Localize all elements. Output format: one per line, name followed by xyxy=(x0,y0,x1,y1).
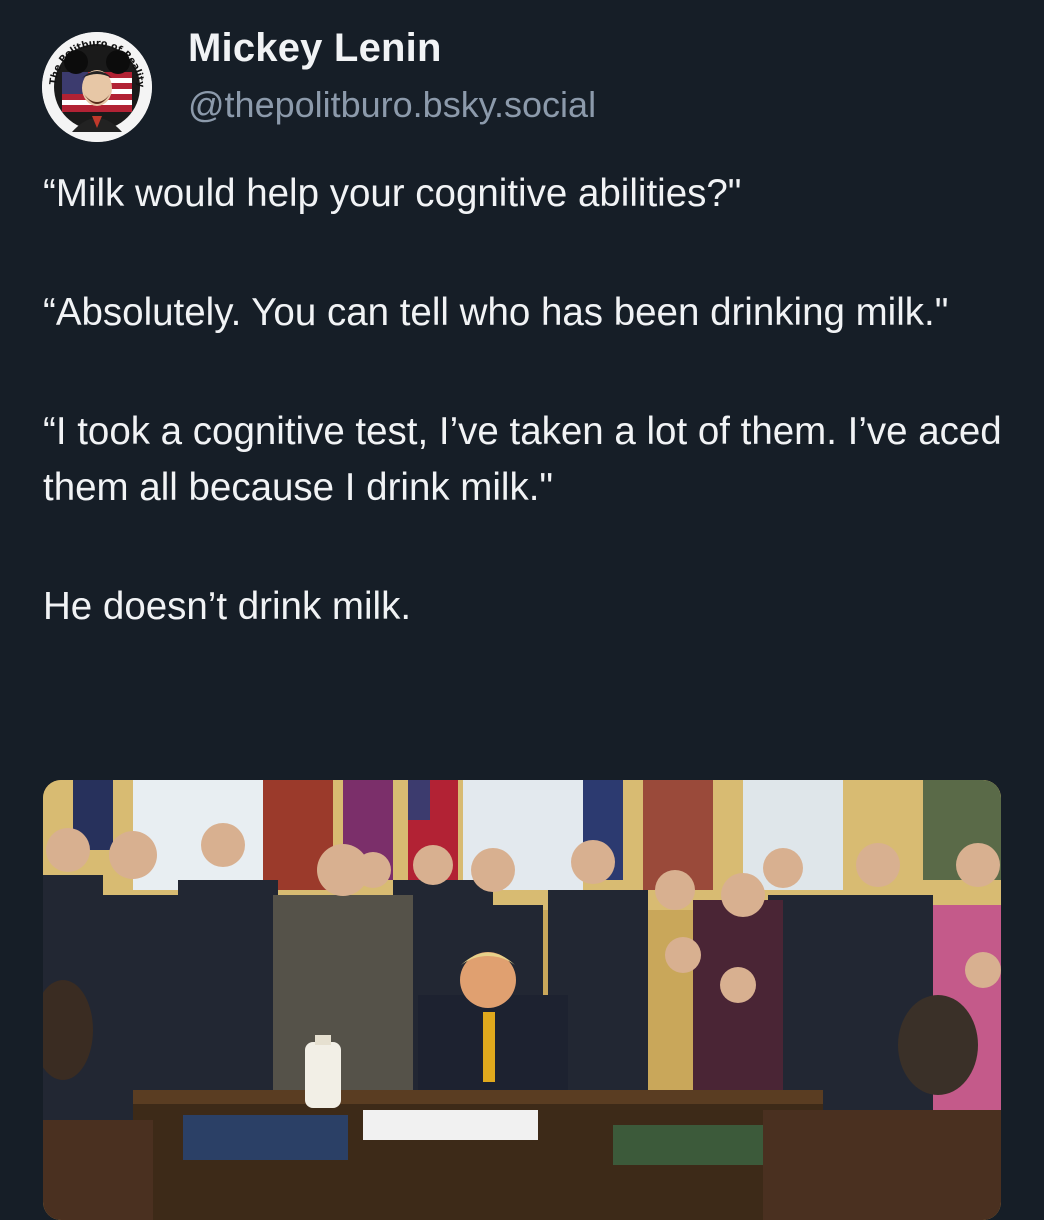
post-paragraph: “Milk would help your cognitive abilitie… xyxy=(43,172,742,215)
post-body: “Milk would help your cognitive abilitie… xyxy=(43,166,1003,698)
author-display-name[interactable]: Mickey Lenin xyxy=(188,26,442,71)
post-header: The Politburo of Reality Mockery xyxy=(42,22,1002,142)
post[interactable]: The Politburo of Reality Mockery xyxy=(0,0,1044,1220)
mickey-lenin-avatar-icon[interactable]: The Politburo of Reality Mockery xyxy=(42,32,152,142)
post-paragraph: “Absolutely. You can tell who has been d… xyxy=(43,291,949,334)
author-handle[interactable]: @thepolitburo.bsky.social xyxy=(188,84,596,126)
post-paragraph: He doesn’t drink milk. xyxy=(43,585,412,628)
oval-office-signing-photo[interactable] xyxy=(43,780,1001,1220)
post-paragraph: “I took a cognitive test, I’ve taken a l… xyxy=(43,410,1002,509)
